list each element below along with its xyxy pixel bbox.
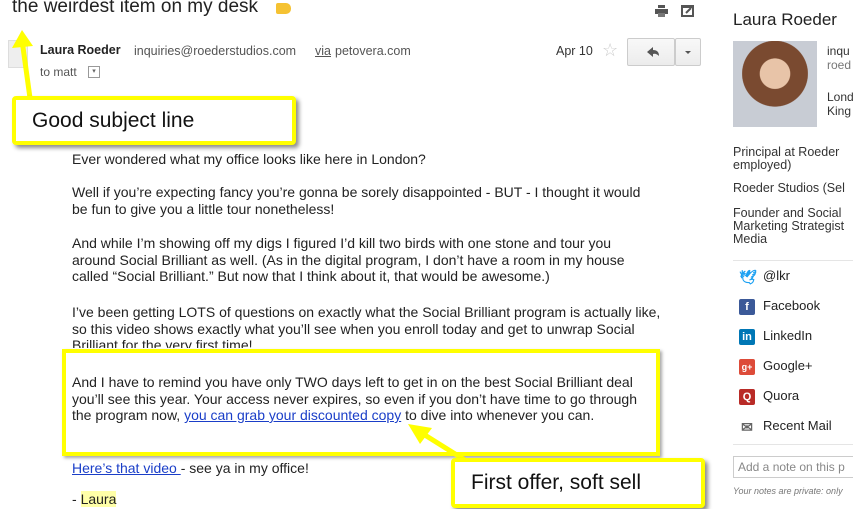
social-label: LinkedIn [763, 328, 813, 343]
linkedin-icon: in [739, 328, 755, 345]
contact-name: Laura Roeder [733, 10, 837, 29]
annotation-arrows [12, 30, 470, 465]
contact-location-2: King [827, 104, 852, 118]
social-linkedin[interactable]: in LinkedIn [739, 328, 812, 345]
social-label: Quora [763, 388, 800, 403]
social-facebook[interactable]: f Facebook [739, 298, 820, 315]
social-label: Google+ [763, 358, 813, 373]
note-privacy-hint: Your notes are private: only [733, 486, 843, 496]
contact-role: Principal at Roeder employed) [733, 146, 840, 172]
quora-icon: Q [739, 388, 755, 405]
contact-role: Roeder Studios (Sel [733, 182, 845, 195]
arrow-to-subject [19, 39, 33, 99]
callout-subject-note: Good subject line [12, 96, 296, 145]
social-label: @lkr [763, 268, 790, 283]
callout-offer-note: First offer, soft sell [451, 458, 705, 508]
contact-email-fragment[interactable]: inqu [827, 44, 850, 58]
divider [733, 444, 853, 445]
social-label: Facebook [763, 298, 821, 313]
arrow-to-subject-head [12, 30, 33, 48]
twitter-icon: 🕊 [739, 268, 757, 285]
social-twitter[interactable]: 🕊 @lkr [739, 268, 790, 285]
contact-photo [733, 41, 817, 127]
contact-note-input[interactable]: Add a note on this p [733, 456, 853, 478]
contact-email-fragment-2: roed [827, 58, 852, 72]
divider [733, 260, 853, 261]
mail-icon: ✉ [741, 418, 753, 435]
social-google-plus[interactable]: g+ Google+ [739, 358, 813, 375]
google-plus-icon: g+ [739, 358, 755, 375]
social-label: Recent Mail [763, 418, 832, 433]
facebook-icon: f [739, 298, 755, 315]
recent-mail[interactable]: ✉ Recent Mail [739, 418, 832, 435]
social-quora[interactable]: Q Quora [739, 388, 799, 405]
contact-role: Founder and Social Marketing Strategist … [733, 207, 845, 246]
contact-location: Lond [827, 90, 853, 104]
arrow-to-link-head [408, 424, 432, 444]
